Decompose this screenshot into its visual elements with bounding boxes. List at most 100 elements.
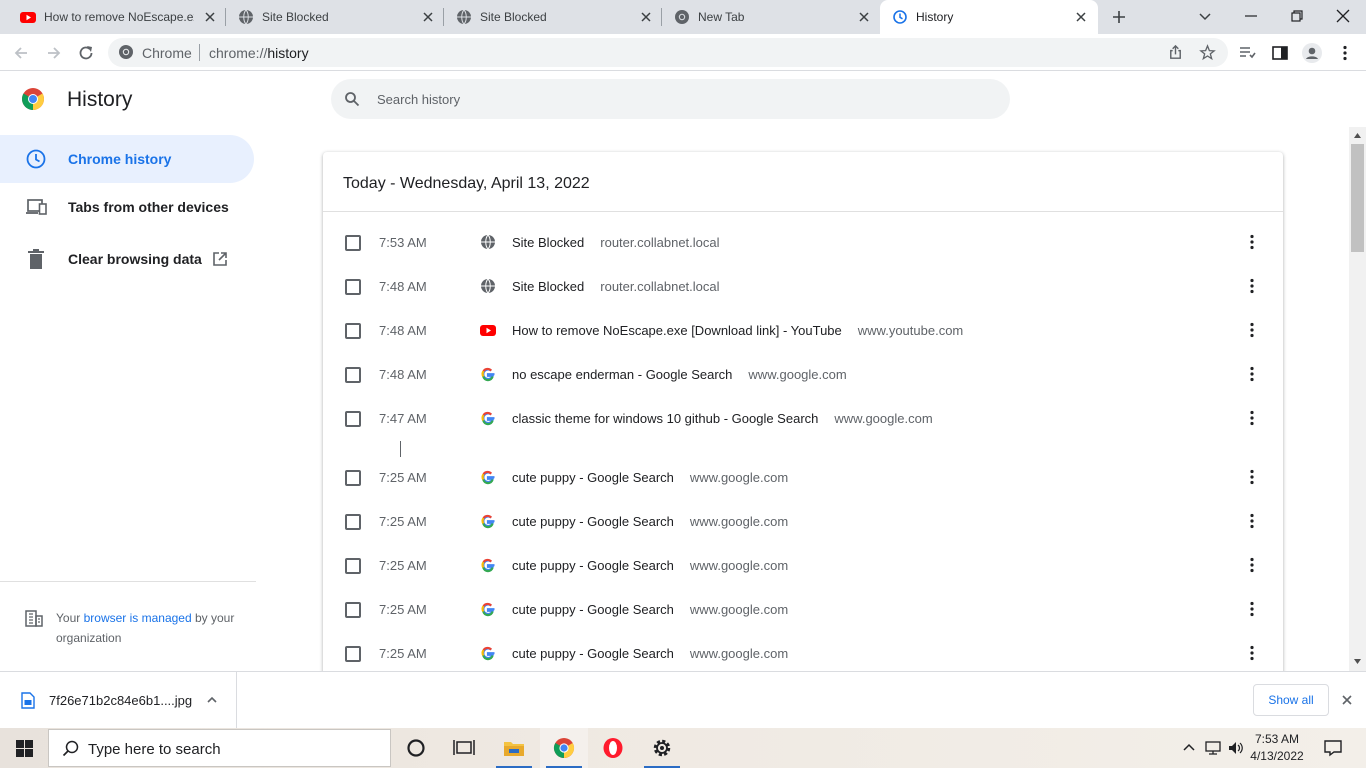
chevron-up-icon[interactable] [1181, 740, 1197, 756]
more-actions-icon[interactable] [1243, 277, 1261, 295]
row-checkbox[interactable] [345, 558, 361, 574]
system-clock[interactable]: 7:53 AM 4/13/2022 [1247, 731, 1307, 765]
close-icon[interactable] [203, 10, 217, 24]
history-row[interactable]: 7:47 AM classic theme for windows 10 gith… [323, 396, 1283, 440]
file-explorer-taskbar[interactable] [490, 728, 538, 768]
reload-icon[interactable] [77, 44, 95, 62]
scroll-down-icon[interactable] [1353, 657, 1362, 666]
row-link[interactable]: cute puppy - Google Search www.google.com [512, 602, 788, 617]
tab-site-blocked-1[interactable]: Site Blocked [226, 0, 444, 34]
history-row[interactable]: 7:48 AM Site Blocked router.collabnet.loca… [323, 264, 1283, 308]
new-tab-icon[interactable] [1111, 9, 1127, 25]
bookmark-star-icon[interactable] [1199, 44, 1216, 61]
sidebar-item-chrome-history[interactable]: Chrome history [0, 135, 254, 183]
row-checkbox[interactable] [345, 279, 361, 295]
chevron-up-icon[interactable] [206, 694, 218, 706]
close-icon[interactable] [857, 10, 871, 24]
tab-search-icon[interactable] [1195, 6, 1215, 26]
close-icon[interactable] [1074, 10, 1088, 24]
tab-history[interactable]: History [880, 0, 1098, 34]
minimize-icon[interactable] [1241, 6, 1261, 26]
tab-youtube[interactable]: How to remove NoEscape.exe [0, 0, 226, 34]
restore-icon[interactable] [1287, 6, 1307, 26]
more-actions-icon[interactable] [1243, 644, 1261, 662]
sidebar-item-label: Clear browsing data [68, 251, 202, 267]
chrome-taskbar[interactable] [540, 728, 588, 768]
scroll-up-icon[interactable] [1353, 131, 1362, 140]
network-icon[interactable] [1205, 740, 1221, 756]
google-icon [481, 514, 495, 529]
row-domain: www.google.com [689, 558, 789, 573]
row-link[interactable]: classic theme for windows 10 github - Go… [512, 411, 933, 426]
close-icon[interactable] [639, 10, 653, 24]
side-panel-icon[interactable] [1271, 44, 1289, 62]
more-actions-icon[interactable] [1243, 409, 1261, 427]
tab-new-tab[interactable]: New Tab [662, 0, 880, 34]
sidebar-divider [0, 581, 256, 582]
sidebar-item-other-devices[interactable]: Tabs from other devices [0, 183, 254, 231]
row-link[interactable]: cute puppy - Google Search www.google.com [512, 470, 788, 485]
history-row[interactable]: 7:25 AM cute puppy - Google Search www.goo… [323, 631, 1283, 671]
search-history-input[interactable]: Search history [331, 79, 1010, 119]
row-checkbox[interactable] [345, 323, 361, 339]
more-actions-icon[interactable] [1243, 600, 1261, 618]
row-checkbox[interactable] [345, 602, 361, 618]
menu-icon[interactable] [1336, 44, 1354, 62]
row-checkbox[interactable] [345, 411, 361, 427]
settings-taskbar[interactable] [638, 728, 686, 768]
row-checkbox[interactable] [345, 367, 361, 383]
managed-link[interactable]: browser is managed [84, 611, 192, 625]
more-actions-icon[interactable] [1243, 468, 1261, 486]
date-header: Today - Wednesday, April 13, 2022 [343, 175, 590, 192]
address-bar[interactable]: Chrome chrome://history [108, 38, 1228, 67]
window-close-icon[interactable] [1333, 6, 1353, 26]
close-icon[interactable] [421, 10, 435, 24]
history-row[interactable]: 7:25 AM cute puppy - Google Search www.goo… [323, 499, 1283, 543]
forward-icon[interactable] [45, 44, 63, 62]
page-scrollbar[interactable] [1349, 127, 1366, 671]
row-link[interactable]: no escape enderman - Google Search www.go… [512, 367, 847, 382]
cortana-button[interactable] [392, 728, 440, 768]
more-actions-icon[interactable] [1243, 512, 1261, 530]
reading-list-icon[interactable] [1238, 44, 1256, 62]
row-checkbox[interactable] [345, 514, 361, 530]
row-checkbox[interactable] [345, 646, 361, 662]
show-all-button[interactable]: Show all [1253, 684, 1329, 716]
row-link[interactable]: How to remove NoEscape.exe [Download lin… [512, 323, 963, 338]
more-actions-icon[interactable] [1243, 365, 1261, 383]
row-link[interactable]: Site Blocked router.collabnet.local [512, 279, 720, 294]
row-link[interactable]: cute puppy - Google Search www.google.com [512, 514, 788, 529]
row-checkbox[interactable] [345, 235, 361, 251]
history-row[interactable]: 7:48 AM no escape enderman - Google Searc… [323, 352, 1283, 396]
volume-icon[interactable] [1228, 740, 1244, 756]
notification-icon[interactable] [1324, 739, 1342, 757]
row-link[interactable]: cute puppy - Google Search www.google.com [512, 558, 788, 573]
history-row[interactable]: 7:25 AM cute puppy - Google Search www.goo… [323, 587, 1283, 631]
close-icon[interactable] [1340, 693, 1354, 707]
history-row[interactable]: 7:25 AM cute puppy - Google Search www.goo… [323, 543, 1283, 587]
share-icon[interactable] [1167, 44, 1184, 61]
tab-title: How to remove NoEscape.exe [44, 10, 194, 24]
profile-avatar-icon[interactable] [1302, 43, 1322, 63]
taskbar-search-box[interactable]: Type here to search [48, 729, 391, 767]
row-title: cute puppy - Google Search [512, 558, 674, 573]
more-actions-icon[interactable] [1243, 556, 1261, 574]
history-row[interactable]: 7:48 AM How to remove NoEscape.exe [Downl… [323, 308, 1283, 352]
more-actions-icon[interactable] [1243, 233, 1261, 251]
history-row[interactable]: 7:53 AM Site Blocked router.collabnet.loca… [323, 220, 1283, 264]
chrome-site-icon[interactable] [118, 44, 134, 60]
history-row[interactable]: 7:25 AM cute puppy - Google Search www.goo… [323, 455, 1283, 499]
back-icon[interactable] [12, 44, 30, 62]
download-item[interactable]: 7f26e71b2c84e6b1....jpg [0, 672, 237, 728]
windows-start-icon[interactable] [16, 740, 33, 757]
row-link[interactable]: cute puppy - Google Search www.google.com [512, 646, 788, 661]
sidebar-item-clear-browsing-data[interactable]: Clear browsing data [0, 235, 254, 283]
opera-taskbar[interactable] [589, 728, 637, 768]
task-view-button[interactable] [440, 728, 488, 768]
row-link[interactable]: Site Blocked router.collabnet.local [512, 235, 720, 250]
tab-site-blocked-2[interactable]: Site Blocked [444, 0, 662, 34]
row-checkbox[interactable] [345, 470, 361, 486]
more-actions-icon[interactable] [1243, 321, 1261, 339]
url-text[interactable]: chrome://history [209, 45, 309, 61]
scroll-thumb[interactable] [1351, 144, 1364, 252]
